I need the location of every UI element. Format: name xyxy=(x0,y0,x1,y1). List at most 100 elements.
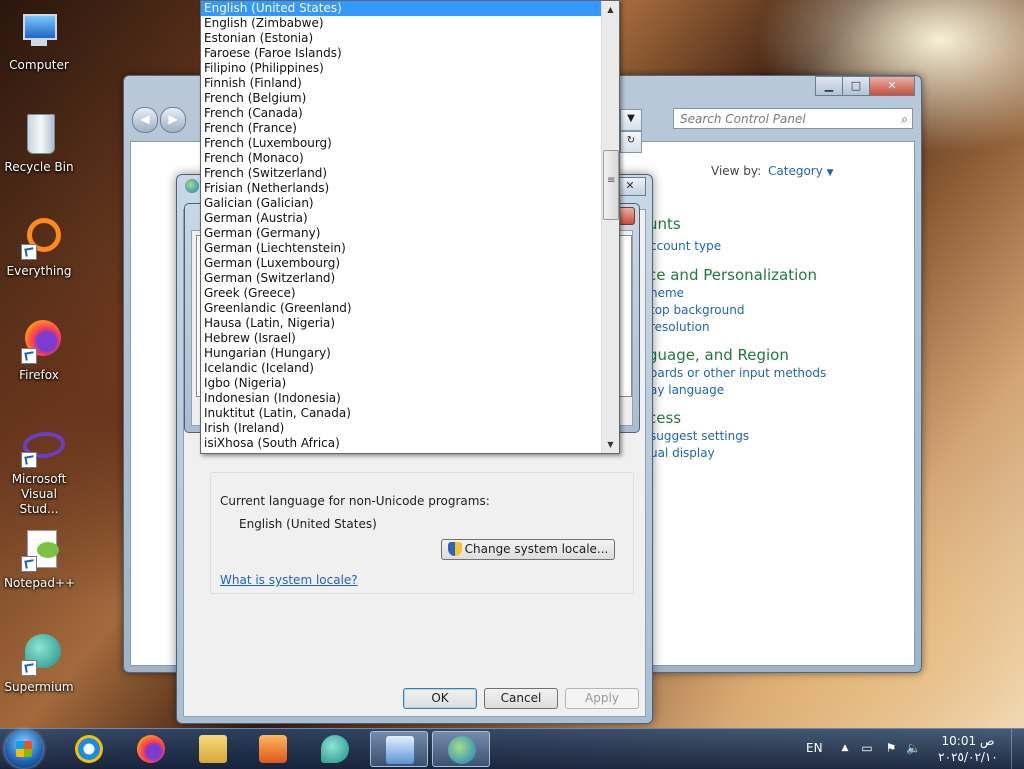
dropdown-item[interactable]: Irish (Ireland) xyxy=(201,421,601,436)
ok-button[interactable]: OK xyxy=(403,688,477,709)
dropdown-item[interactable]: Indonesian (Indonesia) xyxy=(201,391,601,406)
category-link[interactable]: suggest settings xyxy=(650,429,749,443)
dropdown-scrollbar[interactable]: ▲ ▼ xyxy=(601,1,619,453)
dropdown-item[interactable]: Frisian (Netherlands) xyxy=(201,181,601,196)
category-link[interactable]: ccount type xyxy=(650,239,721,253)
clock[interactable]: ص 10:01 ٢٠٢٥/٠٢/١٠ xyxy=(932,733,1004,765)
recycle-bin-icon xyxy=(17,112,61,156)
apply-button[interactable]: Apply xyxy=(565,688,639,709)
category-appearance[interactable]: ce and Personalization xyxy=(648,266,817,284)
desktop-icon-everything[interactable]: Everything xyxy=(4,216,74,279)
shortcut-arrow-icon xyxy=(21,660,37,676)
change-system-locale-button[interactable]: Change system locale... xyxy=(441,539,615,560)
taskbar-control-panel[interactable] xyxy=(370,731,428,767)
view-by-dropdown[interactable]: Category ▼ xyxy=(768,164,834,178)
taskbar-media-player[interactable] xyxy=(244,731,302,767)
category-link[interactable]: ual display xyxy=(650,446,715,460)
action-center-flag-icon[interactable]: ⚑ xyxy=(884,741,898,755)
what-is-system-locale-link[interactable]: What is system locale? xyxy=(220,573,358,587)
everything-icon xyxy=(17,216,61,260)
desktop-icon-firefox[interactable]: Firefox xyxy=(4,320,74,383)
dropdown-item[interactable]: German (Germany) xyxy=(201,226,601,241)
dropdown-item[interactable]: German (Switzerland) xyxy=(201,271,601,286)
search-icon[interactable]: ⌕ xyxy=(901,109,908,130)
non-unicode-value: English (United States) xyxy=(239,517,377,531)
desktop-icon-supermium[interactable]: Supermium xyxy=(4,632,74,695)
category-clock-language-region[interactable]: guage, and Region xyxy=(648,346,789,364)
taskbar-supermium[interactable] xyxy=(306,731,364,767)
dropdown-item[interactable]: isiXhosa (South Africa) xyxy=(201,436,601,451)
category-link[interactable]: heme xyxy=(650,286,684,300)
dropdown-item[interactable]: French (Switzerland) xyxy=(201,166,601,181)
back-arrow-icon[interactable]: ◀ xyxy=(132,107,158,133)
language-indicator[interactable]: EN xyxy=(806,741,823,755)
close-button[interactable]: ✕ xyxy=(869,76,915,96)
taskbar-firefox[interactable] xyxy=(122,731,180,767)
navigation-buttons: ◀ ▶ xyxy=(132,107,188,133)
desktop-icon-recycle-bin[interactable]: Recycle Bin xyxy=(4,112,74,175)
desktop-icon-notepad-plus-plus[interactable]: Notepad++ xyxy=(4,528,76,591)
shield-icon xyxy=(447,542,462,556)
desktop-icon-label: Firefox xyxy=(19,368,59,382)
computer-icon xyxy=(17,10,61,54)
forward-arrow-icon[interactable]: ▶ xyxy=(160,107,186,133)
dropdown-item[interactable]: Faroese (Faroe Islands) xyxy=(201,46,601,61)
desktop-icon-computer[interactable]: Computer xyxy=(4,10,74,73)
network-icon[interactable]: ▭ xyxy=(860,741,874,755)
category-link[interactable]: ay language xyxy=(650,383,724,397)
desktop-icon-visual-studio[interactable]: Microsoft Visual Stud... xyxy=(4,424,74,517)
dropdown-item[interactable]: Galician (Galician) xyxy=(201,196,601,211)
dropdown-item-selected[interactable]: English (United States) xyxy=(201,1,601,16)
dropdown-item[interactable]: Greek (Greece) xyxy=(201,286,601,301)
dropdown-items: English (United States) English (Zimbabw… xyxy=(201,1,601,451)
dropdown-item[interactable]: English (Zimbabwe) xyxy=(201,16,601,31)
supermium-icon xyxy=(17,632,61,676)
dropdown-item[interactable]: Greenlandic (Greenland) xyxy=(201,301,601,316)
volume-muted-icon[interactable]: 🔈 xyxy=(906,741,921,755)
firefox-icon xyxy=(17,320,61,364)
search-input[interactable]: Search Control Panel ⌕ xyxy=(673,108,913,129)
media-player-icon xyxy=(259,735,287,763)
dropdown-item[interactable]: Hungarian (Hungary) xyxy=(201,346,601,361)
scroll-down-icon[interactable]: ▼ xyxy=(602,436,619,453)
show-hidden-icons-icon[interactable]: ▲ xyxy=(838,741,852,755)
dropdown-item[interactable]: French (Canada) xyxy=(201,106,601,121)
scroll-up-icon[interactable]: ▲ xyxy=(602,1,619,18)
taskbar-internet-explorer[interactable] xyxy=(60,731,118,767)
category-link[interactable]: oards or other input methods xyxy=(650,366,826,380)
language-dropdown-list[interactable]: English (United States) English (Zimbabw… xyxy=(200,0,620,454)
dropdown-item[interactable]: French (Luxembourg) xyxy=(201,136,601,151)
dropdown-item[interactable]: German (Austria) xyxy=(201,211,601,226)
internet-explorer-icon xyxy=(75,735,103,763)
dropdown-item[interactable]: French (Monaco) xyxy=(201,151,601,166)
dropdown-item[interactable]: German (Liechtenstein) xyxy=(201,241,601,256)
notepad-plus-plus-icon xyxy=(17,528,61,572)
dropdown-item[interactable]: Estonian (Estonia) xyxy=(201,31,601,46)
dropdown-item[interactable]: Hebrew (Israel) xyxy=(201,331,601,346)
cancel-button[interactable]: Cancel xyxy=(484,688,558,709)
taskbar-region-settings[interactable] xyxy=(432,731,490,767)
dropdown-item[interactable]: Finnish (Finland) xyxy=(201,76,601,91)
dropdown-item[interactable]: German (Luxembourg) xyxy=(201,256,601,271)
address-dropdown-icon[interactable]: ▼ xyxy=(620,109,642,131)
search-placeholder: Search Control Panel xyxy=(680,112,806,126)
dropdown-item[interactable]: Icelandic (Iceland) xyxy=(201,361,601,376)
dropdown-item[interactable]: Filipino (Philippines) xyxy=(201,61,601,76)
minimize-button[interactable]: ▁ xyxy=(815,76,843,96)
shortcut-arrow-icon xyxy=(21,452,37,468)
desktop-icon-label: Notepad++ xyxy=(4,576,76,590)
category-link[interactable]: resolution xyxy=(650,320,710,334)
visual-studio-icon xyxy=(17,424,68,468)
start-button[interactable] xyxy=(5,730,43,768)
dropdown-item[interactable]: Hausa (Latin, Nigeria) xyxy=(201,316,601,331)
taskbar-file-explorer[interactable] xyxy=(184,731,242,767)
scrollbar-thumb[interactable] xyxy=(603,150,619,220)
refresh-icon[interactable]: ↻ xyxy=(620,131,642,153)
dropdown-item[interactable]: French (France) xyxy=(201,121,601,136)
category-link[interactable]: top background xyxy=(650,303,744,317)
dropdown-item[interactable]: French (Belgium) xyxy=(201,91,601,106)
dropdown-item[interactable]: Igbo (Nigeria) xyxy=(201,376,601,391)
maximize-button[interactable]: □ xyxy=(842,76,870,96)
dropdown-item[interactable]: Inuktitut (Latin, Canada) xyxy=(201,406,601,421)
show-desktop-button[interactable] xyxy=(1011,729,1024,769)
